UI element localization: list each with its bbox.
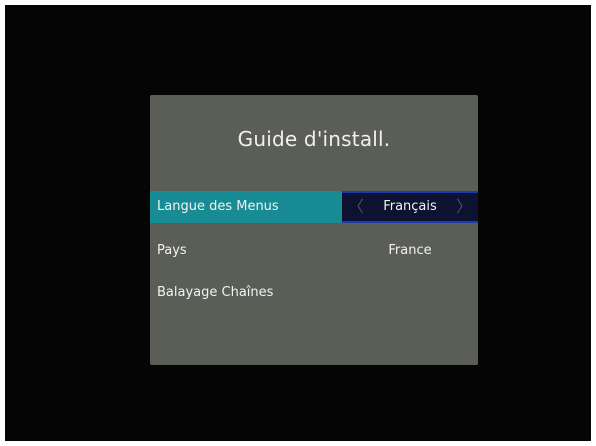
dialog-title: Guide d'install. (237, 127, 391, 151)
install-guide-dialog: Guide d'install. Langue des Menus 〈 Fran… (150, 95, 478, 365)
menu-language-row[interactable]: Langue des Menus (150, 191, 342, 223)
channel-scan-row[interactable]: Balayage Chaînes (150, 277, 342, 309)
tv-screen: Guide d'install. Langue des Menus 〈 Fran… (5, 5, 591, 441)
menu-language-value: Français (383, 199, 437, 214)
chevron-right-icon[interactable]: 〉 (456, 193, 472, 221)
country-value-box[interactable]: France (342, 235, 478, 267)
menu-language-selector[interactable]: 〈 Français 〉 (342, 191, 478, 223)
channel-scan-label: Balayage Chaînes (157, 285, 274, 300)
country-label: Pays (157, 243, 187, 258)
country-value: France (388, 243, 432, 258)
country-row[interactable]: Pays (150, 235, 342, 267)
chevron-left-icon[interactable]: 〈 (348, 193, 364, 221)
menu-language-label: Langue des Menus (157, 199, 279, 214)
